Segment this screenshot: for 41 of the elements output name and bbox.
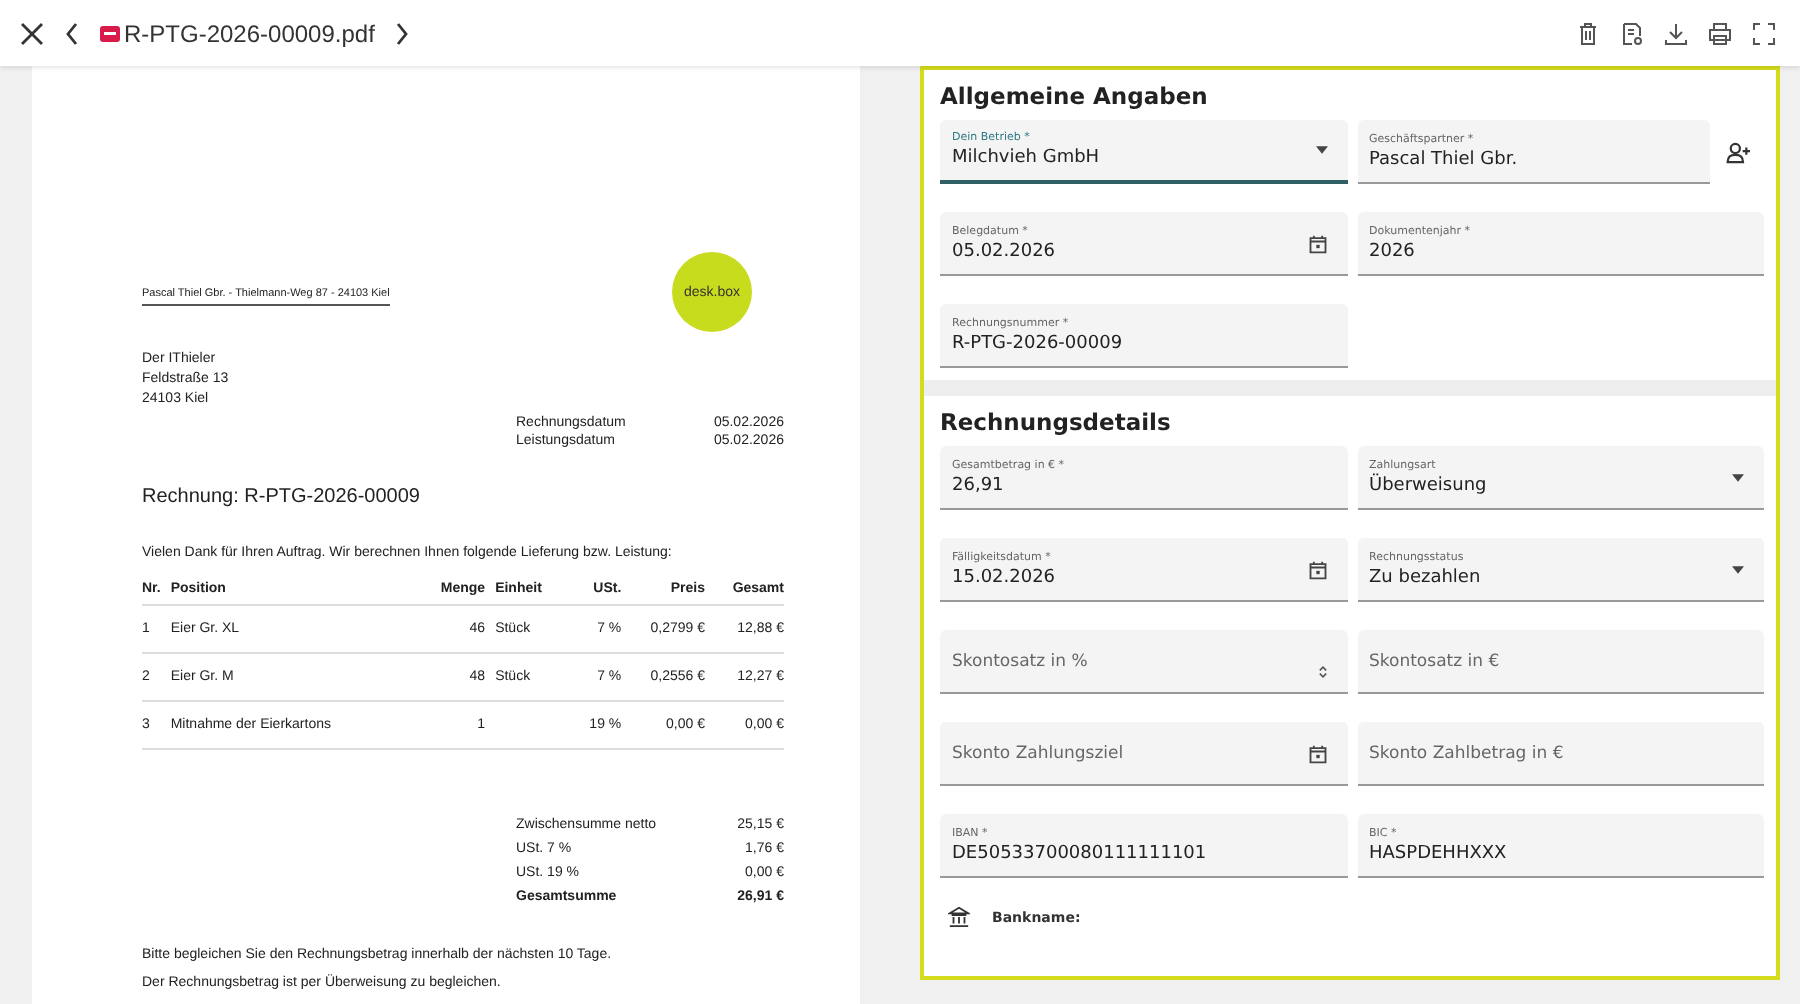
calendar-icon [1307, 233, 1327, 253]
next-icon[interactable] [394, 21, 411, 45]
field-value: Überweisung [1369, 475, 1732, 495]
spinner-icon [1317, 663, 1327, 679]
trash-icon[interactable] [1576, 21, 1600, 45]
field-label: Skontosatz in € [1369, 651, 1502, 671]
field-value: 2026 [1369, 241, 1417, 261]
dropdown-arrow-icon [1315, 146, 1327, 154]
document-icon[interactable] [1620, 21, 1644, 45]
fullscreen-icon[interactable] [1752, 21, 1776, 45]
section-title: Rechnungsdetails [940, 408, 1173, 436]
input-field[interactable]: Skonto Zahlbetrag in € [1357, 722, 1764, 786]
field-value: Milchvieh GmbH [952, 148, 1102, 168]
bank-icon [948, 906, 970, 928]
print-icon[interactable] [1708, 21, 1732, 45]
field-label: Skonto Zahlbetrag in € [1369, 743, 1566, 763]
section-title: Allgemeine Angaben [940, 82, 1210, 110]
input-field[interactable]: Skontosatz in € [1357, 630, 1764, 694]
pdf-file-icon [100, 23, 120, 43]
input-field[interactable]: Skontosatz in % [940, 630, 1347, 694]
previous-icon[interactable] [64, 21, 80, 45]
close-icon[interactable] [20, 21, 44, 45]
field-value: 26,91 [952, 475, 1006, 495]
dropdown-arrow-icon [1732, 565, 1744, 573]
field-value: R-PTG-2026-00009 [952, 333, 1125, 353]
field-label: Skontosatz in % [952, 651, 1090, 671]
field-value: Zu bezahlen [1369, 567, 1483, 587]
field-label: Skonto Zahlungsziel [952, 743, 1126, 763]
field-value: DE50533700080111111101 [952, 843, 1209, 863]
download-icon[interactable] [1664, 21, 1688, 45]
input-field[interactable]: Skonto Zahlungsziel [940, 722, 1347, 786]
field-value: 05.02.2026 [952, 241, 1058, 261]
dropdown-arrow-icon [1732, 473, 1744, 481]
file-name: R-PTG-2026-00009.pdf [124, 19, 375, 47]
field-value: 15.02.2026 [952, 567, 1058, 587]
field-value: Pascal Thiel Gbr. [1369, 149, 1520, 169]
add-person-icon[interactable] [1726, 141, 1752, 163]
invoice-title: Rechnung: R-PTG-2026-00009 [142, 486, 422, 508]
calendar-icon [1307, 743, 1327, 763]
field-value: HASPDEHHXXX [1369, 843, 1509, 863]
calendar-icon [1307, 559, 1327, 579]
